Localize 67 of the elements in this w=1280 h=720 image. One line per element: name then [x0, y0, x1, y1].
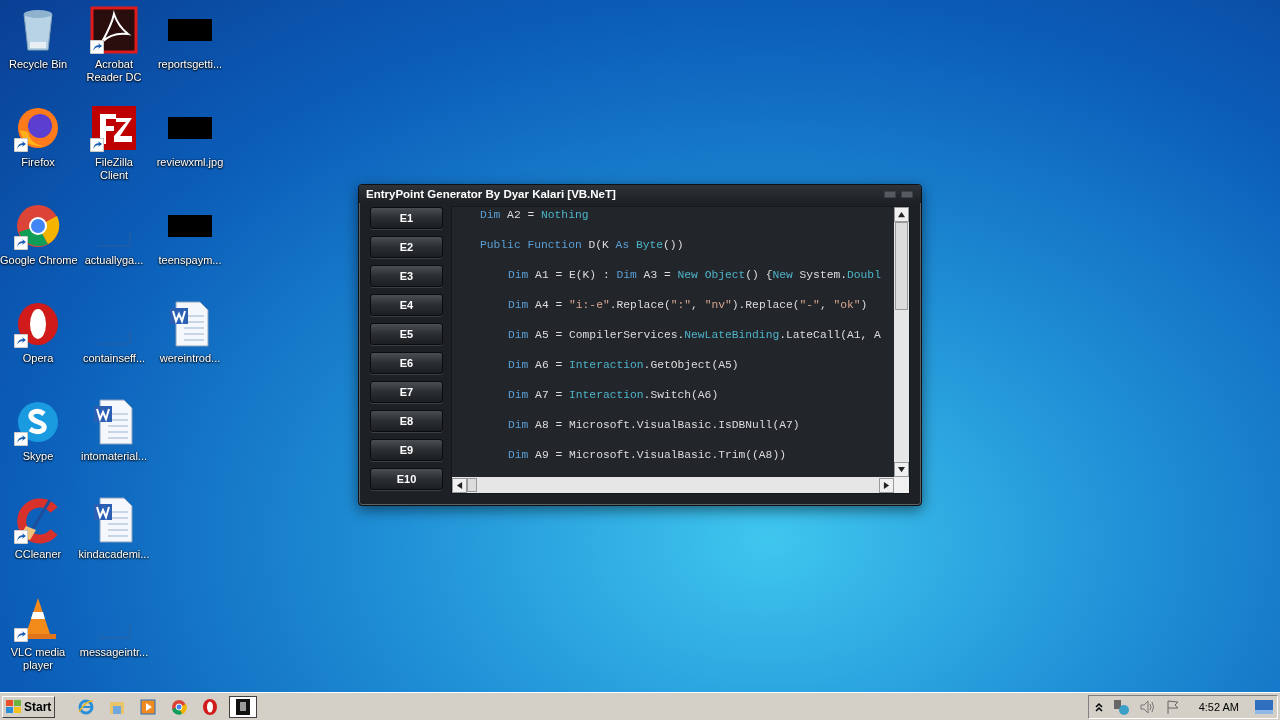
icon-label[interactable]: CCleaner — [14, 548, 62, 561]
entry-button[interactable]: E3 — [370, 265, 443, 287]
icon-label[interactable]: Opera — [22, 352, 54, 365]
chrome-icon — [14, 202, 62, 250]
icon-label[interactable]: containseff... — [82, 352, 146, 365]
chevron-up-icon[interactable] — [1094, 701, 1103, 712]
acrobat-icon — [90, 6, 138, 54]
windows-logo-icon — [6, 699, 22, 714]
icon-label[interactable]: teenspaym... — [158, 254, 222, 267]
icon-label[interactable]: intomaterial... — [81, 450, 147, 463]
scroll-up-arrow-icon[interactable] — [898, 211, 905, 218]
icon-label[interactable]: Firefox — [21, 156, 55, 169]
entry-button[interactable]: E5 — [370, 323, 443, 345]
filezilla-icon — [90, 104, 138, 152]
entry-button[interactable]: E1 — [370, 207, 443, 229]
icon-label[interactable]: reportsgetti... — [157, 58, 223, 71]
horizontal-scrollbar[interactable] — [452, 477, 894, 493]
chrome-icon[interactable] — [170, 697, 189, 716]
scroll-right-arrow-icon[interactable] — [883, 481, 890, 489]
speaker-icon[interactable] — [1138, 698, 1155, 715]
icon-label[interactable]: Acrobat Reader DC — [82, 58, 146, 84]
clock[interactable]: 4:52 AM — [1198, 700, 1239, 713]
network-icon[interactable] — [1112, 698, 1129, 715]
code-line: Dim A7 = Interaction.Switch(A6) — [507, 388, 719, 403]
code-line: Dim A1 = E(K) : Dim A3 = New Object() {New System.Doubl — [507, 268, 881, 283]
entry-button[interactable]: E10 — [370, 468, 443, 490]
entry-button[interactable]: E2 — [370, 236, 443, 258]
code-line: Dim A9 = Microsoft.VisualBasic.Trim((A8)) — [507, 448, 786, 463]
media-player-icon[interactable] — [139, 697, 158, 716]
icon-label[interactable]: Recycle Bin — [8, 58, 68, 71]
code-editor[interactable] — [451, 206, 910, 494]
title-bar-button[interactable] — [884, 190, 896, 198]
app-icon — [236, 698, 251, 715]
scroll-left-arrow-icon[interactable] — [456, 481, 463, 489]
internet-explorer-icon[interactable] — [77, 697, 96, 716]
taskbar-app-button[interactable] — [229, 695, 258, 718]
scroll-down-arrow-icon[interactable] — [898, 466, 905, 473]
show-desktop-icon[interactable] — [1255, 698, 1273, 715]
start-button[interactable]: Start — [2, 695, 56, 718]
icon-label[interactable]: wereintrod... — [159, 352, 221, 365]
code-line: Dim A8 = Microsoft.VisualBasic.IsDBNull(A7) — [507, 418, 800, 433]
flag-icon[interactable] — [1164, 698, 1181, 715]
entry-button[interactable]: E7 — [370, 381, 443, 403]
entry-button[interactable]: E9 — [370, 439, 443, 461]
entry-button[interactable]: E6 — [370, 352, 443, 374]
code-line: Dim A2 = Nothing — [480, 208, 589, 223]
opera-icon[interactable] — [201, 697, 220, 716]
scrollbar-thumb[interactable] — [467, 478, 477, 492]
window-title: EntryPoint Generator By Dyar Kalari [VB.NeT] — [366, 188, 616, 200]
code-line: Dim A4 = "i:-e".Replace(":", "nv").Replace("-", "ok") — [507, 298, 868, 313]
icon-label[interactable]: Google Chrome — [0, 254, 76, 267]
icon-label[interactable]: Skype — [22, 450, 54, 463]
icon-label[interactable]: actuallyga... — [84, 254, 144, 267]
code-line: Dim A5 = CompilerServices.NewLateBinding.LateCall(A1, A — [507, 328, 881, 343]
scrollbar-thumb[interactable] — [895, 222, 908, 310]
code-line: Dim A6 = Interaction.GetObject(A5) — [507, 358, 739, 373]
icon-label[interactable]: messageintr... — [79, 646, 149, 659]
code-line: Public Function D(K As Byte()) — [480, 238, 684, 253]
vertical-scrollbar[interactable] — [894, 207, 909, 477]
scrollbar-corner — [894, 477, 909, 493]
entry-button[interactable]: E8 — [370, 410, 443, 432]
icon-label[interactable]: FileZilla Client — [82, 156, 146, 182]
icon-label[interactable]: kindacademi... — [78, 548, 150, 561]
icon-label[interactable]: reviewxml.jpg — [156, 156, 224, 169]
entry-button[interactable]: E4 — [370, 294, 443, 316]
icon-label[interactable]: VLC media player — [6, 646, 70, 672]
title-bar-button[interactable] — [901, 190, 913, 198]
